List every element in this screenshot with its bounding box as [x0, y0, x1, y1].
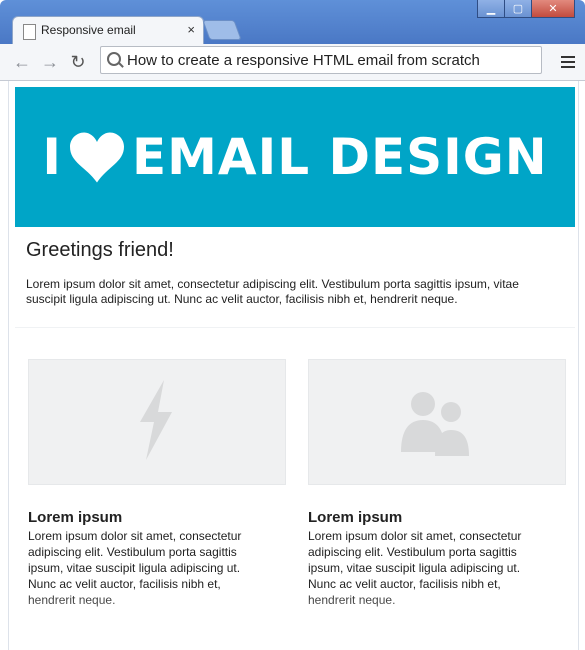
- lightning-icon: [140, 380, 172, 460]
- feature-heading: Lorem ipsum: [308, 509, 403, 526]
- browser-tab[interactable]: Responsive email ×: [12, 16, 204, 45]
- new-tab-button[interactable]: [202, 20, 242, 40]
- feature-image-placeholder: [308, 359, 566, 485]
- feature-heading: Lorem ipsum: [28, 509, 123, 526]
- feature-body: Lorem ipsum dolor sit amet, consectetur …: [308, 529, 522, 607]
- page-viewport[interactable]: I EMAIL DESIGN Greetings friend! Lorem i…: [8, 81, 579, 650]
- minimize-button[interactable]: ▁: [477, 0, 505, 18]
- window-controls: ▁ ▢ ✕: [477, 0, 575, 18]
- close-tab-icon[interactable]: ×: [187, 22, 195, 37]
- close-window-button[interactable]: ✕: [532, 0, 575, 18]
- title-bar: ▁ ▢ ✕ Responsive email ×: [0, 0, 585, 45]
- banner-text-end: EMAIL DESIGN: [131, 128, 548, 186]
- browser-toolbar: ← → ↻ How to create a responsive HTML em…: [0, 44, 585, 81]
- email-banner: I EMAIL DESIGN: [15, 87, 575, 227]
- heart-icon: [69, 132, 124, 183]
- feature-body: Lorem ipsum dolor sit amet, consectetur …: [28, 529, 242, 607]
- search-icon: [107, 52, 121, 66]
- feature-image-placeholder: [28, 359, 286, 485]
- forward-icon[interactable]: →: [40, 52, 60, 72]
- intro-paragraph: Lorem ipsum dolor sit amet, consectetur …: [26, 277, 519, 306]
- back-icon[interactable]: ←: [12, 52, 32, 72]
- banner-heading: I EMAIL DESIGN: [42, 128, 547, 186]
- feature-column-left: Lorem ipsum Lorem ipsum dolor sit amet, …: [28, 359, 286, 608]
- banner-text-start: I: [42, 128, 62, 186]
- menu-icon[interactable]: [561, 56, 575, 71]
- feature-column-right: Lorem ipsum Lorem ipsum dolor sit amet, …: [308, 359, 566, 608]
- browser-window: ▁ ▢ ✕ Responsive email × ← → ↻ How to cr…: [0, 0, 585, 650]
- section-divider: [15, 327, 575, 328]
- maximize-button[interactable]: ▢: [505, 0, 532, 18]
- address-text[interactable]: How to create a responsive HTML email fr…: [127, 52, 480, 69]
- tab-title: Responsive email: [41, 23, 136, 37]
- address-bar[interactable]: How to create a responsive HTML email fr…: [100, 46, 542, 74]
- reload-icon[interactable]: ↻: [68, 52, 88, 72]
- users-icon: [401, 392, 469, 456]
- greeting-heading: Greetings friend!: [26, 239, 174, 261]
- document-icon: [23, 24, 36, 40]
